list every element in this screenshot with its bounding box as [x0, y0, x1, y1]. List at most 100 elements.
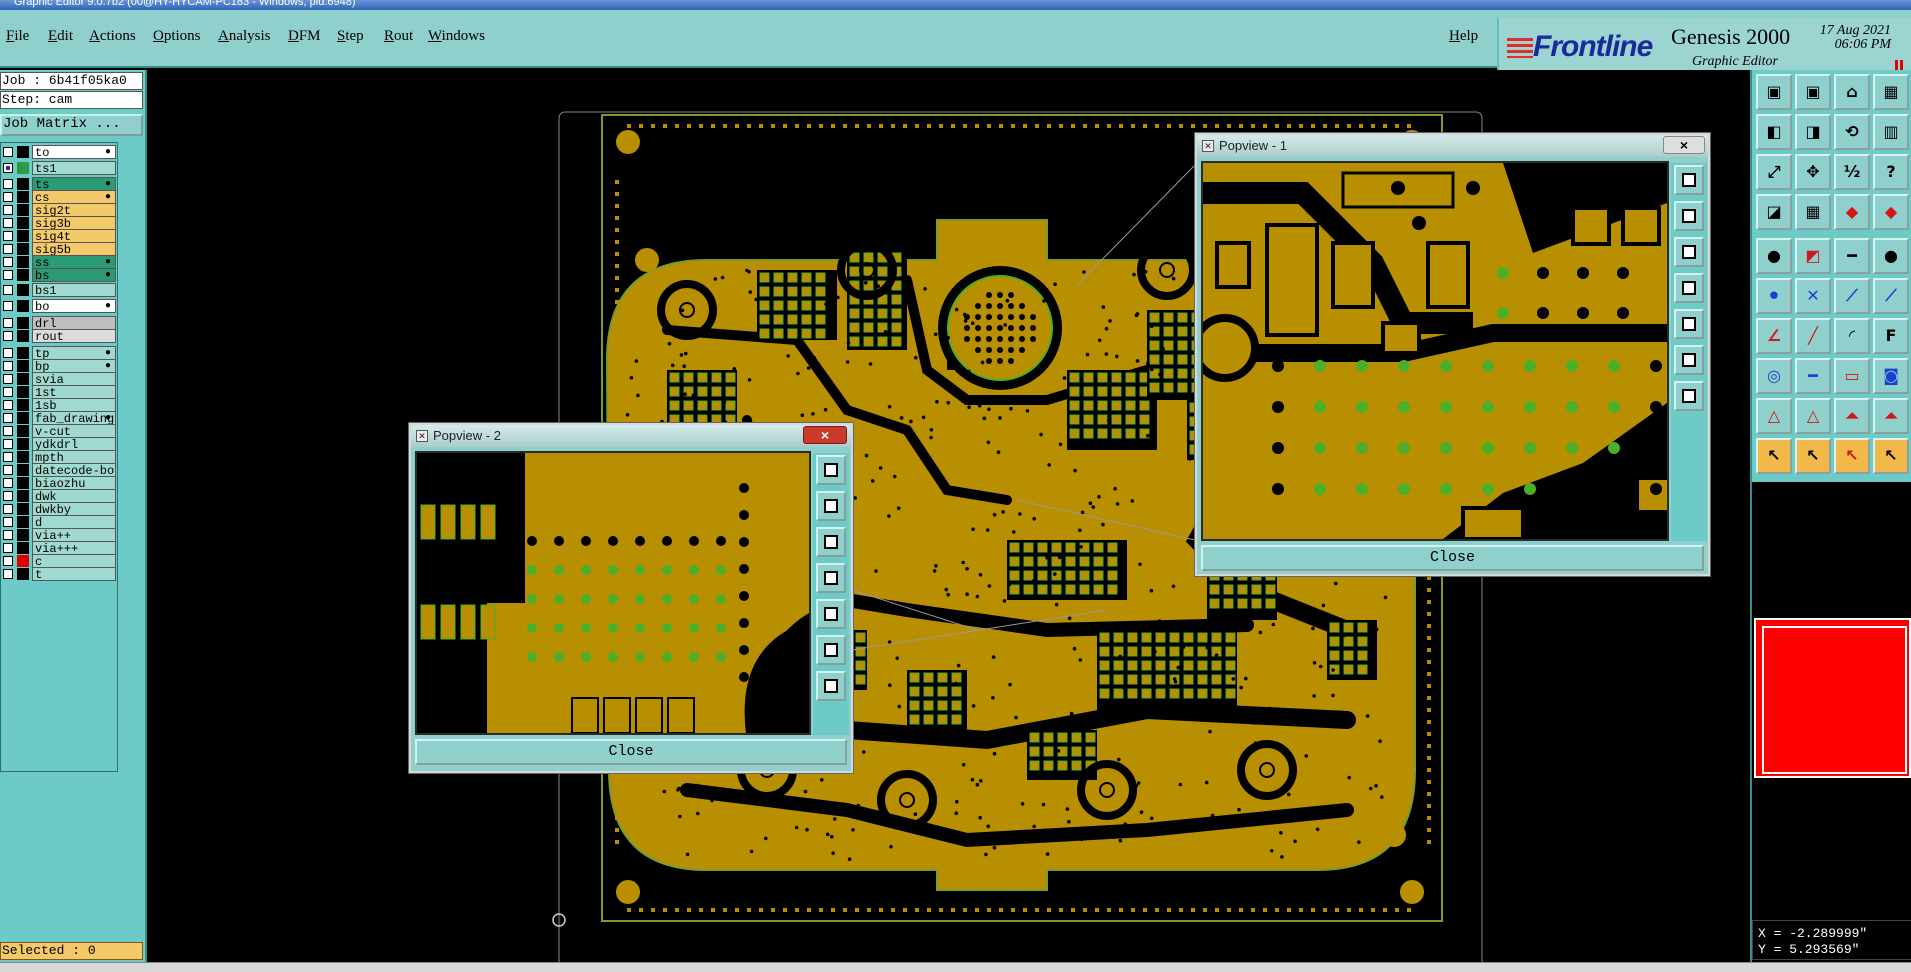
- layer-name[interactable]: biaozhu: [32, 476, 116, 490]
- layer-name[interactable]: drl: [32, 316, 116, 330]
- layer-checkbox[interactable]: [3, 478, 13, 488]
- layer-checkbox[interactable]: [3, 192, 13, 202]
- layer-checkbox[interactable]: [3, 452, 13, 462]
- text-icon[interactable]: F: [1873, 318, 1909, 354]
- layer-color-swatch[interactable]: [17, 191, 29, 203]
- triangle-outline-icon[interactable]: △: [1795, 398, 1831, 434]
- zoom-forward-icon[interactable]: ◨: [1795, 114, 1831, 150]
- layer-checkbox[interactable]: [3, 285, 13, 295]
- line-edit-icon[interactable]: ⟋: [1834, 278, 1870, 314]
- layer-row-sig5b[interactable]: sig5b: [1, 242, 119, 256]
- layer-checkbox[interactable]: [3, 413, 13, 423]
- pad-circle-icon[interactable]: ●: [1873, 238, 1909, 274]
- layer-checkbox[interactable]: [3, 439, 13, 449]
- layer-checkbox[interactable]: [3, 400, 13, 410]
- layer-color-swatch[interactable]: [17, 300, 29, 312]
- layer-color-swatch[interactable]: [17, 317, 29, 329]
- layout-icon[interactable]: ▥: [1873, 114, 1909, 150]
- layer-checkbox[interactable]: [3, 569, 13, 579]
- layer-name[interactable]: ss ●: [32, 255, 116, 269]
- layer-row-dwkby[interactable]: dwkby: [1, 502, 119, 516]
- layer-row-d[interactable]: d: [1, 515, 119, 529]
- layer-checkbox[interactable]: [3, 426, 13, 436]
- menu-rout[interactable]: Rout: [384, 28, 413, 45]
- layer-color-swatch[interactable]: [17, 516, 29, 528]
- layer-name[interactable]: sig5b: [32, 242, 116, 256]
- add-pad-icon[interactable]: ●: [1756, 238, 1792, 274]
- measure-icon[interactable]: ◪: [1756, 194, 1792, 230]
- layer-checkbox[interactable]: [3, 179, 13, 189]
- layer-name[interactable]: fab_drawing ●: [32, 411, 116, 425]
- layer-row-1st[interactable]: 1st: [1, 385, 119, 399]
- popview-2-titlebar[interactable]: ✕ Popview - 2 ×: [411, 425, 851, 447]
- layer-row-bo[interactable]: bo ●: [1, 299, 119, 313]
- layer-row-drl[interactable]: drl: [1, 316, 119, 330]
- layer-name[interactable]: svia: [32, 372, 116, 386]
- layer-checkbox[interactable]: [3, 147, 13, 157]
- cross-icon[interactable]: ✕: [1795, 278, 1831, 314]
- popview-1-close-button[interactable]: Close: [1201, 545, 1704, 571]
- layer-name[interactable]: tp ●: [32, 346, 116, 360]
- layer-color-swatch[interactable]: [17, 204, 29, 216]
- layer-name[interactable]: bs1: [32, 283, 116, 297]
- open-step-icon[interactable]: ▣: [1756, 74, 1792, 110]
- layer-name[interactable]: bs ●: [32, 268, 116, 282]
- layer-color-swatch[interactable]: [17, 490, 29, 502]
- layer-row-dwk[interactable]: dwk: [1, 489, 119, 503]
- menu-help[interactable]: Help: [1449, 28, 1478, 45]
- layer-checkbox[interactable]: [3, 163, 13, 173]
- layer-checkbox[interactable]: [3, 491, 13, 501]
- pointer-3-icon[interactable]: ↖: [1834, 438, 1870, 474]
- popview-center-button[interactable]: [816, 671, 846, 701]
- layer-color-swatch[interactable]: [17, 217, 29, 229]
- save-icon[interactable]: ▣: [1795, 74, 1831, 110]
- line-edit2-icon[interactable]: ⟋: [1873, 278, 1909, 314]
- layer-checkbox[interactable]: [3, 387, 13, 397]
- popview-zoom-out-button[interactable]: [1674, 237, 1704, 267]
- ruler-icon[interactable]: ━: [1834, 238, 1870, 274]
- layer-name[interactable]: ts1: [32, 161, 116, 175]
- layer-row-sig2t[interactable]: sig2t: [1, 203, 119, 217]
- layer-checkbox[interactable]: [3, 257, 13, 267]
- layer-color-swatch[interactable]: [17, 243, 29, 255]
- pointer-4-icon[interactable]: ↖: [1873, 438, 1909, 474]
- layer-row-cs[interactable]: cs ●: [1, 190, 119, 204]
- layer-color-swatch[interactable]: [17, 373, 29, 385]
- popview-zoom-in-button[interactable]: [816, 491, 846, 521]
- layer-row-1sb[interactable]: 1sb: [1, 398, 119, 412]
- menu-actions[interactable]: Actions: [89, 28, 136, 45]
- layer-color-swatch[interactable]: [17, 412, 29, 424]
- layer-color-swatch[interactable]: [17, 360, 29, 372]
- layer-name[interactable]: dwk: [32, 489, 116, 503]
- layer-name[interactable]: ydkdrl: [32, 437, 116, 451]
- layer-checkbox[interactable]: [3, 556, 13, 566]
- layer-row-bs1[interactable]: bs1: [1, 283, 119, 297]
- layer-checkbox[interactable]: [3, 543, 13, 553]
- popview-fit-button[interactable]: [1674, 345, 1704, 375]
- layer-color-swatch[interactable]: [17, 568, 29, 580]
- layer-checkbox[interactable]: [3, 331, 13, 341]
- layer-name[interactable]: d: [32, 515, 116, 529]
- layer-checkbox[interactable]: [3, 231, 13, 241]
- layer-row-datecode-bo[interactable]: datecode-bo: [1, 463, 119, 477]
- layer-row-fab_drawing[interactable]: fab_drawing ●: [1, 411, 119, 425]
- layer-color-swatch[interactable]: [17, 386, 29, 398]
- add-line-red-icon[interactable]: ◩: [1795, 238, 1831, 274]
- layer-row-t[interactable]: t: [1, 567, 119, 581]
- menu-file[interactable]: File: [6, 28, 29, 45]
- shape-red-icon[interactable]: ⏶: [1834, 398, 1870, 434]
- popview-zoom-in-button[interactable]: [1674, 201, 1704, 231]
- layer-color-swatch[interactable]: [17, 542, 29, 554]
- layer-row-bp[interactable]: bp ●: [1, 359, 119, 373]
- pan-center-icon[interactable]: ✥: [1795, 154, 1831, 190]
- layer-color-swatch[interactable]: [17, 230, 29, 242]
- layer-checkbox[interactable]: [3, 205, 13, 215]
- layer-checkbox[interactable]: [3, 517, 13, 527]
- layer-color-swatch[interactable]: [17, 464, 29, 476]
- layer-row-via++[interactable]: via++: [1, 528, 119, 542]
- pause-icon[interactable]: [1895, 60, 1903, 70]
- graphic-canvas[interactable]: ✕ Popview - 2 × Close ✕ Popview - 1 × Cl…: [147, 70, 1750, 972]
- layer-row-svia[interactable]: svia: [1, 372, 119, 386]
- menu-options[interactable]: Options: [153, 28, 201, 45]
- layer-name[interactable]: 1sb: [32, 398, 116, 412]
